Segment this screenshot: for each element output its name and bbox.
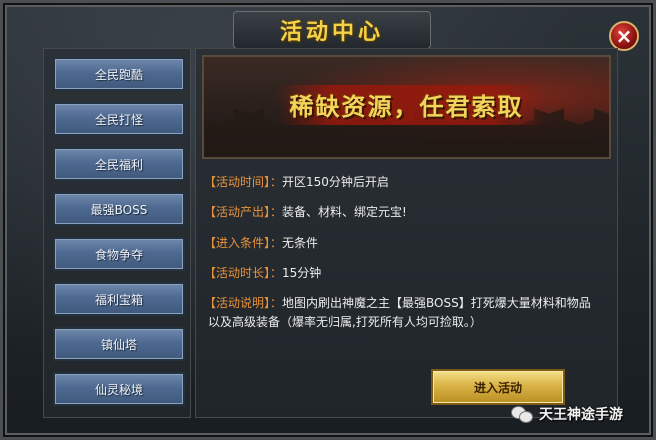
detail-entry-condition: 【进入条件】：无条件 <box>204 234 318 253</box>
sidebar-item-quanmin-fuli[interactable]: 全民福利 <box>53 147 185 181</box>
activity-banner: 稀缺资源，任君索取 <box>202 55 611 159</box>
sidebar-item-shiwu-zhengduo[interactable]: 食物争夺 <box>53 237 185 271</box>
sidebar-item-xianling-mijing[interactable]: 仙灵秘境 <box>53 372 185 406</box>
sidebar-item-quanmin-daguai[interactable]: 全民打怪 <box>53 102 185 136</box>
detail-value: 地图内刷出神魔之主【最强BOSS】打死爆大量材料和物品 <box>282 296 591 310</box>
title-plate: 活动中心 <box>233 11 431 49</box>
sidebar-item-zuiqiang-boss[interactable]: 最强BOSS <box>53 192 185 226</box>
detail-label: 【活动说明】： <box>204 296 283 310</box>
close-icon: × <box>615 24 633 48</box>
detail-activity-time: 【活动时间】：开区150分钟后开启 <box>204 173 389 192</box>
sidebar-item-zhenxian-ta[interactable]: 镇仙塔 <box>53 327 185 361</box>
sidebar-item-quanmin-paoku[interactable]: 全民跑酷 <box>53 57 185 91</box>
close-button[interactable]: × <box>609 21 639 51</box>
watermark: 天王神途手游 <box>511 403 623 425</box>
activity-sidebar: 全民跑酷 全民打怪 全民福利 最强BOSS 食物争夺 福利宝箱 镇仙塔 仙灵秘境 <box>43 48 191 418</box>
watermark-text: 天王神途手游 <box>539 407 623 423</box>
enter-activity-button[interactable]: 进入活动 <box>431 369 565 405</box>
activity-center-window: 活动中心 × 全民跑酷 全民打怪 全民福利 最强BOSS 食物争夺 福利宝箱 镇… <box>0 0 656 440</box>
detail-activity-output: 【活动产出】：装备、材料、绑定元宝! <box>204 203 407 222</box>
detail-activity-duration: 【活动时长】：15分钟 <box>204 264 321 283</box>
wechat-icon <box>511 405 533 423</box>
banner-slogan: 稀缺资源，任君索取 <box>289 92 524 121</box>
detail-label: 【活动时长】： <box>204 266 283 280</box>
detail-value: 开区150分钟后开启 <box>282 175 389 189</box>
detail-label: 【活动产出】： <box>204 205 283 219</box>
window-title: 活动中心 <box>279 20 384 45</box>
detail-value: 15分钟 <box>282 266 322 280</box>
detail-label: 【活动时间】： <box>204 175 283 189</box>
activity-detail-panel: 稀缺资源，任君索取 【活动时间】：开区150分钟后开启 【活动产出】：装备、材料… <box>195 48 618 418</box>
detail-value: 无条件 <box>282 236 319 250</box>
detail-activity-description: 【活动说明】：地图内刷出神魔之主【最强BOSS】打死爆大量材料和物品 以及高级装… <box>204 294 614 332</box>
detail-value-continued: 以及高级装备（爆率无归属,打死所有人均可捡取。） <box>208 315 482 329</box>
detail-value: 装备、材料、绑定元宝! <box>282 205 407 219</box>
sidebar-item-fuli-baoxiang[interactable]: 福利宝箱 <box>53 282 185 316</box>
detail-label: 【进入条件】： <box>204 236 283 250</box>
